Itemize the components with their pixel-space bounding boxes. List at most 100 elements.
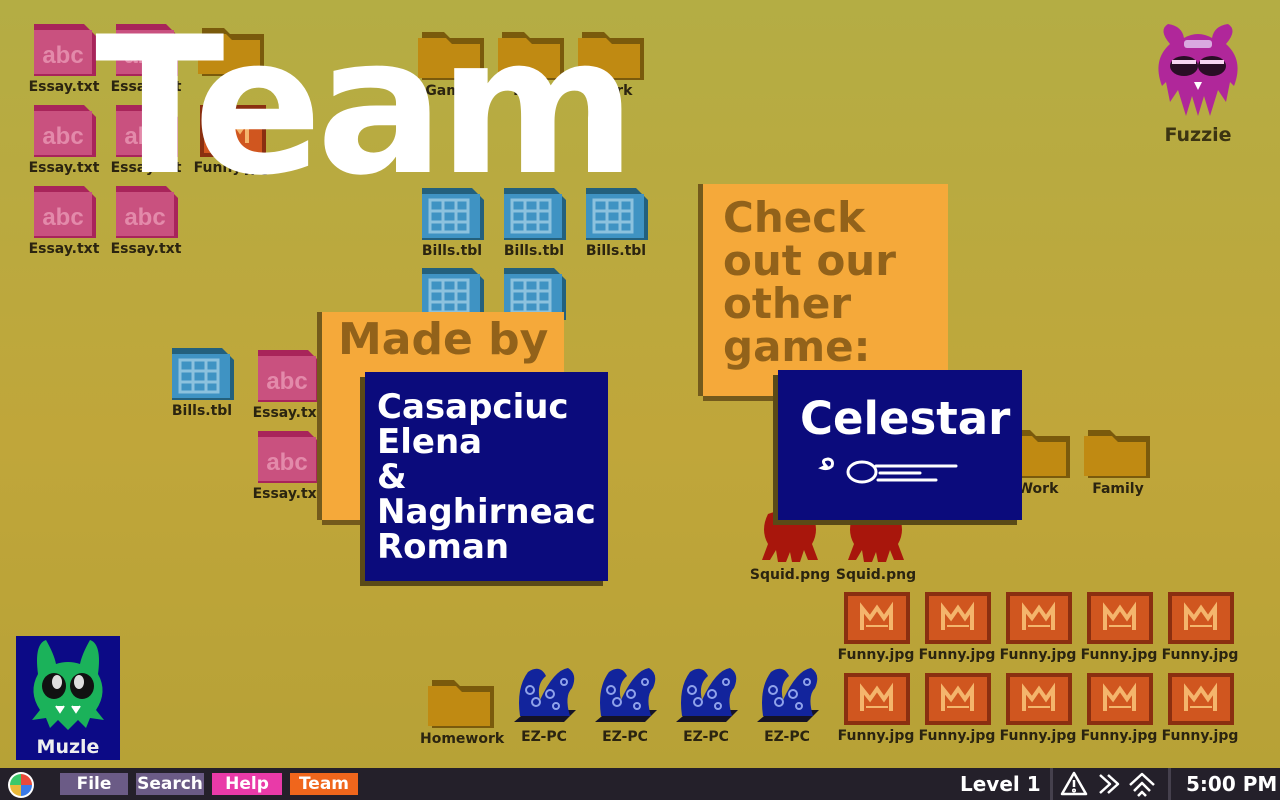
cat-image-icon (925, 673, 991, 725)
celestar-card[interactable]: Celestar (778, 370, 1022, 520)
note-line: game: (723, 322, 871, 371)
help-menu-button[interactable]: Help (212, 773, 282, 795)
folder-icon (498, 32, 564, 80)
svg-text:abc: abc (42, 204, 83, 231)
svg-text:abc: abc (124, 42, 165, 69)
svg-text:abc: abc (42, 123, 83, 150)
funny-image[interactable]: Funny.jpg (915, 669, 999, 744)
folder-icon (1084, 430, 1150, 478)
ez-pc[interactable]: EZ-PC (664, 660, 748, 745)
cat-image-icon (1087, 592, 1153, 644)
cat-image-icon (1168, 592, 1234, 644)
cat-image-icon (1087, 673, 1153, 725)
text-file-icon: abc (258, 431, 320, 483)
cat-image-icon (844, 592, 910, 644)
cat-image-icon (1168, 673, 1234, 725)
taskbar-separator (1168, 768, 1171, 800)
muzle-monster-icon (32, 640, 104, 730)
table-file-icon (172, 348, 234, 400)
tray-icons[interactable] (1060, 771, 1160, 797)
ez-pc[interactable]: EZ-PC (502, 660, 586, 745)
text-file-icon: abc (34, 105, 96, 157)
essay-file[interactable]: abc Essay.txt (22, 20, 106, 95)
funny-image[interactable]: Funny.jpg (834, 588, 918, 663)
bills-table[interactable]: Bills.tbl (410, 184, 494, 259)
note-line: other (723, 279, 852, 328)
cat-image-icon (200, 105, 266, 157)
bills-table[interactable]: Bills.tbl (160, 344, 244, 419)
cat-image-icon (1006, 592, 1072, 644)
ez-pc[interactable]: EZ-PC (583, 660, 667, 745)
funny-image[interactable]: Funny.jpg (190, 101, 274, 176)
text-file-icon: abc (258, 350, 320, 402)
tentacle-pc-icon (676, 668, 738, 722)
table-file-icon (586, 188, 648, 240)
folder[interactable]: Docs (490, 24, 574, 99)
muzle-character[interactable]: Muzle (16, 636, 120, 760)
fuzzie-character[interactable]: Fuzzie (1148, 20, 1248, 146)
search-menu-button[interactable]: Search (136, 773, 204, 795)
author-line: Casapciuc (377, 387, 569, 427)
folder-icon (578, 32, 644, 80)
funny-image[interactable]: Funny.jpg (834, 669, 918, 744)
text-file-icon: abc (116, 24, 178, 76)
other-game-note: Check out our other game: (703, 184, 948, 396)
funny-image[interactable]: Funny.jpg (915, 588, 999, 663)
start-menu-icon[interactable] (6, 770, 36, 800)
note-line: out our (723, 236, 896, 285)
file-menu-button[interactable]: File (60, 773, 128, 795)
folder[interactable]: Family (1076, 422, 1160, 497)
essay-file[interactable]: abc Essay.txt (246, 427, 330, 502)
text-file-icon: abc (116, 186, 178, 238)
folder[interactable]: Homework (420, 672, 504, 747)
funny-image[interactable]: Funny.jpg (996, 669, 1080, 744)
text-file-icon: abc (116, 105, 178, 157)
level-indicator: Level 1 (960, 772, 1041, 796)
star-logo-icon (818, 457, 958, 484)
cat-image-icon (1006, 673, 1072, 725)
table-file-icon (504, 188, 566, 240)
fuzzie-octopus-icon (1158, 24, 1238, 116)
tentacle-pc-icon (595, 668, 657, 722)
text-file-icon: abc (34, 186, 96, 238)
author-line: Roman (377, 527, 510, 567)
bills-table[interactable]: Bills.tbl (574, 184, 658, 259)
essay-file[interactable]: abc Essay.txt (22, 101, 106, 176)
essay-file[interactable]: abc Essay.txt (104, 20, 188, 95)
cat-image-icon (844, 673, 910, 725)
team-menu-button[interactable]: Team (290, 773, 358, 795)
funny-image[interactable]: Funny.jpg (996, 588, 1080, 663)
essay-file[interactable]: abc Essay.txt (22, 182, 106, 257)
made-by-heading: Made by (338, 314, 549, 365)
folder[interactable]: Games (410, 24, 494, 99)
folder[interactable]: Work (570, 24, 654, 99)
folder-icon (198, 28, 264, 76)
essay-file[interactable]: abc Essay.txt (104, 182, 188, 257)
folder-icon (418, 32, 484, 80)
taskbar-separator (1050, 768, 1053, 800)
bills-table[interactable]: Bills.tbl (492, 184, 576, 259)
signal-icon (1129, 772, 1155, 797)
ez-pc[interactable]: EZ-PC (745, 660, 829, 745)
text-file-icon: abc (34, 24, 96, 76)
essay-file[interactable]: abc Essay.txt (104, 101, 188, 176)
note-line: Check (723, 193, 866, 242)
svg-text:abc: abc (266, 368, 307, 395)
desktop: abc Essay.txt abc Essay.txt abc Essay.tx… (0, 0, 1280, 768)
forward-icon (1099, 774, 1120, 794)
svg-text:abc: abc (266, 449, 307, 476)
author-line: Naghirneac (377, 492, 596, 532)
author-line: & (377, 457, 407, 497)
funny-image[interactable]: Funny.jpg (1158, 669, 1242, 744)
funny-image[interactable]: Funny.jpg (1077, 588, 1161, 663)
funny-image[interactable]: Funny.jpg (1077, 669, 1161, 744)
funny-image[interactable]: Funny.jpg (1158, 588, 1242, 663)
folder[interactable]: Pics (190, 20, 274, 95)
svg-text:abc: abc (124, 204, 165, 231)
svg-text:abc: abc (42, 42, 83, 69)
essay-file[interactable]: abc Essay.txt (246, 346, 330, 421)
folder-icon (428, 680, 494, 728)
tentacle-pc-icon (514, 668, 576, 722)
celestar-title: Celestar (800, 392, 1011, 445)
cat-image-icon (925, 592, 991, 644)
